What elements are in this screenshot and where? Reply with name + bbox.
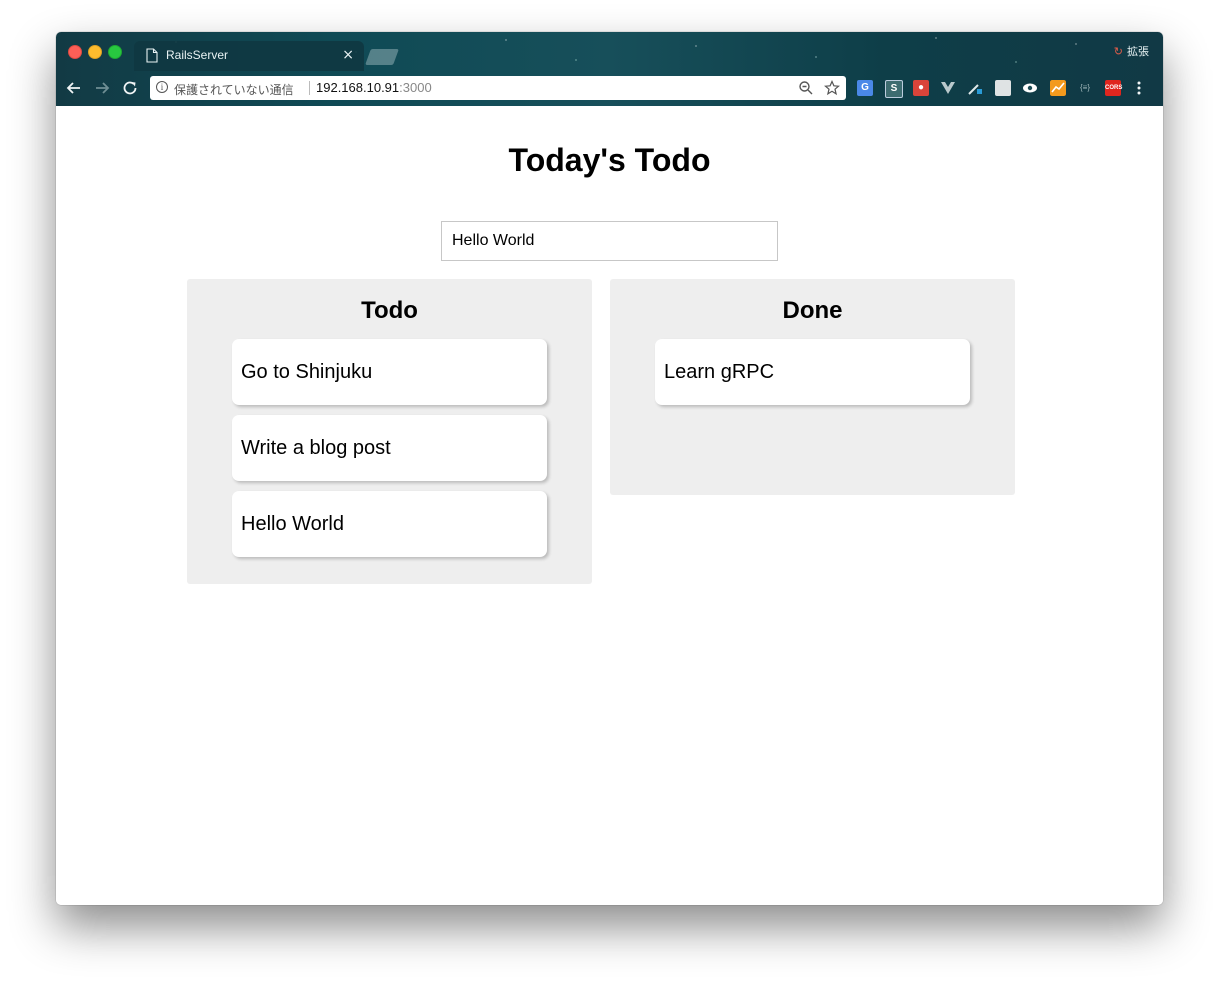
tab-title: RailsServer <box>166 48 229 62</box>
page-title: Today's Todo <box>508 142 711 178</box>
maximize-window-button[interactable] <box>108 45 122 59</box>
cors-icon[interactable]: CORS <box>1105 80 1122 96</box>
menu-icon[interactable] <box>1135 80 1143 96</box>
s-extension-icon[interactable]: S <box>885 80 903 98</box>
new-tab-button[interactable] <box>365 49 399 65</box>
extension-label-text: 拡張 <box>1127 45 1149 58</box>
refresh-extension-icon: ↻ <box>1113 45 1123 58</box>
tab-close-icon[interactable]: × <box>342 47 354 63</box>
notes-icon[interactable] <box>995 80 1011 96</box>
todo-column: Todo Go to Shinjuku Write a blog post He… <box>187 279 592 584</box>
minimize-window-button[interactable] <box>88 45 102 59</box>
page-content: Today's Todo Todo Go to Shinjuku Write a… <box>56 106 1163 905</box>
url-port: :3000 <box>399 80 432 95</box>
eyedropper-icon[interactable] <box>967 80 983 96</box>
browser-window: RailsServer × ↻ 拡張 i 保護されていない通信 192.168.1… <box>56 32 1163 905</box>
reload-icon[interactable] <box>119 77 141 99</box>
security-status: 保護されていない通信 <box>174 83 294 97</box>
analytics-icon[interactable] <box>1050 80 1066 96</box>
zoom-icon[interactable] <box>798 80 814 96</box>
column-title-done: Done <box>782 297 843 324</box>
page-icon <box>146 48 158 63</box>
url-text[interactable]: 192.168.10.91:3000 <box>316 80 432 95</box>
close-window-button[interactable] <box>68 45 82 59</box>
back-arrow-icon[interactable] <box>63 77 85 99</box>
omnibox-divider <box>309 81 310 95</box>
url-host: 192.168.10.91 <box>316 80 400 95</box>
todo-card[interactable]: Go to Shinjuku <box>232 339 547 405</box>
google-translate-icon[interactable]: G <box>857 80 873 96</box>
json-icon[interactable]: {≡} <box>1077 80 1093 96</box>
done-card[interactable]: Learn gRPC <box>655 339 970 405</box>
new-todo-input[interactable] <box>441 221 778 261</box>
browser-tab[interactable]: RailsServer × <box>134 41 364 71</box>
browser-toolbar: i 保護されていない通信 192.168.10.91:3000 G S ● {≡… <box>56 72 1163 106</box>
address-bar[interactable]: i 保護されていない通信 192.168.10.91:3000 <box>150 76 846 100</box>
ladybug-extension-icon[interactable]: ● <box>913 80 929 96</box>
bookmark-star-icon[interactable] <box>824 80 840 96</box>
info-icon[interactable]: i <box>156 81 168 93</box>
eye-icon[interactable] <box>1022 80 1038 96</box>
browser-chrome: RailsServer × ↻ 拡張 i 保護されていない通信 192.168.1… <box>56 32 1163 106</box>
extension-label[interactable]: ↻ 拡張 <box>1114 43 1149 59</box>
vue-devtools-icon[interactable] <box>940 80 956 96</box>
forward-arrow-icon[interactable] <box>91 77 113 99</box>
column-title-todo: Todo <box>361 297 418 324</box>
done-column: Done Learn gRPC <box>610 279 1015 495</box>
todo-card[interactable]: Write a blog post <box>232 415 547 481</box>
todo-card[interactable]: Hello World <box>232 491 547 557</box>
